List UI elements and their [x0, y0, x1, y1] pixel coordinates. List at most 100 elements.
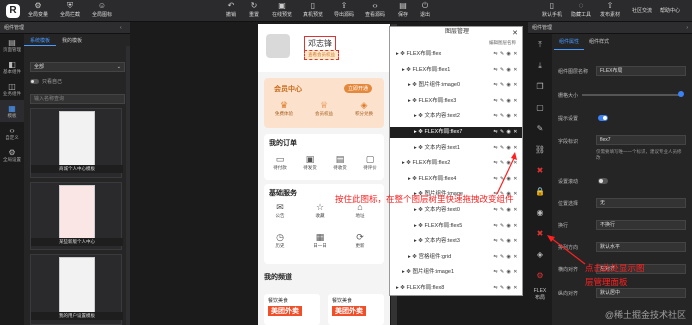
layer-row[interactable]: ▸ ✥ 文本内容:text2 ⇋ ✎ ◉ ✕: [390, 111, 522, 122]
template-card[interactable]: 商城个人中心模板: [30, 108, 123, 178]
toggle-switch[interactable]: [30, 79, 39, 84]
channel-card[interactable]: 餐饮美食 美团外卖: [328, 294, 384, 325]
reset-button[interactable]: ↻ 重置: [249, 2, 259, 19]
order-item[interactable]: ▭ 待付款: [268, 154, 292, 171]
drag-handle-icon[interactable]: ▸ ✥: [390, 82, 418, 88]
template-search-input[interactable]: 输入名称查询: [30, 94, 125, 104]
drag-handle-icon[interactable]: ▸ ✥: [390, 223, 424, 229]
tab-system-templates[interactable]: 系统模板: [24, 34, 57, 46]
layer-actions[interactable]: ⇋ ✎ ◉ ✕: [493, 221, 518, 232]
layer-actions[interactable]: ⇋ ✎ ◉ ✕: [493, 80, 518, 91]
template-card[interactable]: 某些新版个人中心: [30, 182, 123, 250]
layer-actions[interactable]: ⇋ ✎ ◉ ✕: [493, 127, 518, 138]
profile-header[interactable]: 邓志锋 查看会员权益: [258, 24, 390, 72]
member-tag[interactable]: 查看会员权益: [304, 50, 339, 60]
global-variables-button[interactable]: ⚙ 全局变量: [28, 2, 48, 19]
layer-row[interactable]: ▸ ✥ FLEX布局:flex3 ⇋ ✎ ◉ ✕: [390, 96, 522, 107]
layer-row[interactable]: ▸ ✥ FLEX布局:flex ⇋ ✎ ◉ ✕: [390, 49, 522, 60]
copy-icon[interactable]: ❐: [528, 76, 552, 97]
view-source-button[interactable]: ‹› 查看源码: [365, 2, 385, 19]
online-preview-button[interactable]: ▣ 在线预览: [272, 2, 292, 19]
drag-handle-icon[interactable]: ▸ ✥: [390, 51, 406, 57]
settings-icon[interactable]: ⚙: [528, 265, 552, 286]
drag-handle-icon[interactable]: ▸ ✥: [390, 238, 424, 244]
service-item[interactable]: ☆ 收藏: [308, 202, 332, 219]
service-item[interactable]: ◷ 历史: [268, 232, 292, 249]
rail-up-icon[interactable]: ⤒: [528, 34, 552, 55]
layer-actions[interactable]: ⇋ ✎ ◉ ✕: [493, 205, 518, 216]
layer-actions[interactable]: ⇋ ✎ ◉ ✕: [493, 96, 518, 107]
rail-item-basic[interactable]: ◧ 基本组件: [0, 56, 24, 78]
vip-item[interactable]: ◈ 积分兑换: [346, 100, 382, 117]
device-preview-button[interactable]: ▯ 真机预览: [303, 2, 323, 19]
drag-handle-icon[interactable]: ▸ ✥: [390, 207, 424, 213]
delete-icon[interactable]: ✖: [528, 160, 552, 181]
drag-handle-icon[interactable]: ▸ ✥: [390, 285, 406, 291]
layer-row[interactable]: ▸ ✥ 宫格组件:grid ⇋ ✎ ◉ ✕: [390, 252, 522, 263]
layer-row[interactable]: ▸ ✥ 图片组件:image1 ⇋ ✎ ◉ ✕: [390, 267, 522, 278]
edit-icon[interactable]: ✎: [528, 118, 552, 139]
layer-actions[interactable]: ⇋ ✎ ◉ ✕: [493, 236, 518, 247]
template-category-select[interactable]: 全部 ⌄: [30, 62, 125, 72]
global-icons-button[interactable]: ☺ 全局图标: [92, 2, 112, 19]
collapse-icon[interactable]: ‹: [120, 22, 122, 34]
template-card[interactable]: 我的用户设置模板: [30, 254, 123, 325]
layer-row[interactable]: ▸ ✥ 文本内容:text0 ⇋ ✎ ◉ ✕: [390, 205, 522, 216]
valign-select[interactable]: 默认居中: [596, 288, 686, 298]
vip-card[interactable]: 会员中心 立即开通 ♛ 免费体验 ♕ 会员权益 ◈ 积分兑换: [264, 78, 384, 128]
tab-my-templates[interactable]: 我的模板: [56, 34, 88, 46]
tab-styles[interactable]: 组件样式: [584, 34, 614, 50]
layer-actions[interactable]: ⇋ ✎ ◉ ✕: [493, 267, 518, 278]
hide-tools-button[interactable]: ◌ 隐藏工具: [571, 2, 591, 19]
service-item[interactable]: ⟳ 更新: [348, 232, 372, 249]
drag-handle-icon[interactable]: ▸ ✥: [390, 269, 412, 275]
layer-row[interactable]: ▸ ✥ FLEX布局:flex5 ⇋ ✎ ◉ ✕: [390, 221, 522, 232]
service-item[interactable]: ✉ 公告: [268, 202, 292, 219]
close-icon[interactable]: ✕: [512, 29, 518, 37]
drag-handle-icon[interactable]: ▸ ✥: [390, 129, 424, 135]
slider-handle[interactable]: [678, 91, 684, 97]
community-link[interactable]: 社区交流: [632, 7, 652, 14]
layer-actions[interactable]: ⇋ ✎ ◉ ✕: [493, 252, 518, 263]
drag-handle-icon[interactable]: ▸ ✥: [390, 67, 412, 73]
layer-actions[interactable]: ⇋ ✎ ◉ ✕: [493, 283, 518, 294]
order-item[interactable]: ▢ 待评价: [358, 154, 382, 171]
drag-handle-icon[interactable]: ▸ ✥: [390, 254, 418, 260]
direction-select[interactable]: 默认水平: [596, 242, 686, 252]
tip-toggle[interactable]: [598, 115, 608, 121]
vip-open-button[interactable]: 立即开通: [344, 84, 373, 93]
order-item[interactable]: ▤ 待收货: [328, 154, 352, 171]
publish-material-button[interactable]: ⇧ 发布素材: [600, 2, 620, 19]
drag-handle-icon[interactable]: ▸ ✥: [390, 113, 424, 119]
layer-actions[interactable]: ⇋ ✎ ◉ ✕: [493, 65, 518, 76]
rail-item-custom[interactable]: ‹› 自定义: [0, 122, 24, 144]
exit-button[interactable]: ⏻ 退出: [420, 2, 430, 19]
undo-button[interactable]: ↶ 撤销: [226, 2, 236, 19]
collapse-icon[interactable]: ›: [686, 22, 688, 34]
link-icon[interactable]: ⛓: [528, 139, 552, 160]
layer-row[interactable]: ▸ ✥ 图片组件:image0 ⇋ ✎ ◉ ✕: [390, 80, 522, 91]
layer-row[interactable]: ▸ ✥ FLEX布局:flex8 ⇋ ✎ ◉ ✕: [390, 283, 522, 294]
rail-item-templates[interactable]: ▦ 模板: [0, 100, 24, 122]
layer-row[interactable]: ▸ ✥ FLEX布局:flex7 ⇋ ✎ ◉ ✕: [390, 127, 522, 138]
size-slider[interactable]: [582, 94, 682, 96]
layer-name-input[interactable]: FLEX布局: [596, 66, 686, 76]
drag-handle-icon[interactable]: ▸ ✥: [390, 98, 418, 104]
only-mine-toggle[interactable]: 只看自己: [30, 78, 62, 85]
help-center-link[interactable]: 帮助中心: [660, 7, 680, 14]
drag-handle-icon[interactable]: ▸ ✥: [390, 176, 418, 182]
layer-row[interactable]: ▸ ✥ FLEX布局:flex1 ⇋ ✎ ◉ ✕: [390, 65, 522, 76]
default-phone-button[interactable]: ▯ 默认手机: [542, 2, 562, 19]
lock-icon[interactable]: 🔒: [528, 181, 552, 202]
rail-item-pages[interactable]: ▤ 页面管理: [0, 34, 24, 56]
service-item[interactable]: ▦ 日一日: [308, 232, 332, 249]
save-button[interactable]: ▤ 保存: [398, 2, 408, 19]
rail-down-icon[interactable]: ⤓: [528, 55, 552, 76]
rail-item-business[interactable]: ◫ 业务组件: [0, 78, 24, 100]
layer-actions[interactable]: ⇋ ✎ ◉ ✕: [493, 49, 518, 60]
edit-layer-name-link[interactable]: 编辑图层名称: [489, 40, 516, 46]
paste-icon[interactable]: ▢: [528, 97, 552, 118]
global-intercept-button[interactable]: ⛨ 全局拦截: [60, 2, 80, 19]
scroll-toggle[interactable]: [598, 178, 608, 184]
eye-icon[interactable]: ◉: [528, 202, 552, 223]
